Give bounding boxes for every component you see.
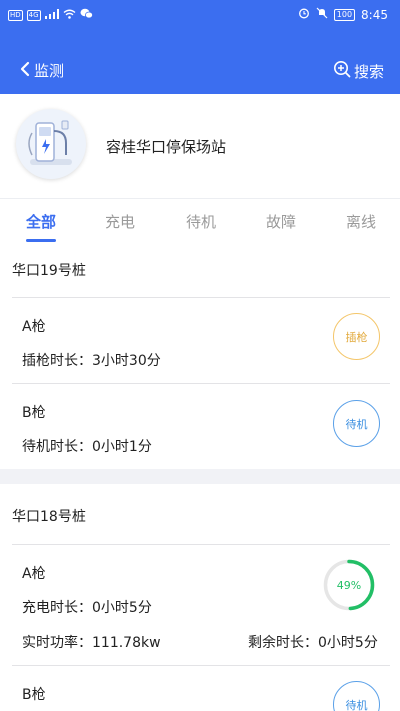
mute-icon [316, 7, 328, 22]
tab-offline[interactable]: 离线 [346, 211, 376, 232]
battery-indicator: 100 [333, 8, 356, 21]
search-button[interactable]: 搜索 [333, 60, 384, 82]
back-button[interactable]: 监测 [20, 60, 64, 81]
network-type: 4G [26, 9, 41, 21]
back-label: 监测 [34, 62, 65, 80]
standby-duration: 待机时长：0小时1分 [22, 439, 152, 455]
charging-progress-ring[interactable]: 49% [323, 559, 375, 611]
tab-standby[interactable]: 待机 [186, 211, 216, 232]
chevron-left-icon [20, 61, 30, 81]
wechat-icon [80, 8, 93, 22]
station-card: 容桂华口停保场站 [0, 94, 400, 198]
search-plus-icon [333, 60, 351, 82]
divider [12, 544, 390, 545]
status-time: 8:45 [361, 7, 388, 22]
charger-station-icon [16, 109, 86, 179]
tab-fault[interactable]: 故障 [266, 211, 296, 232]
pile-card[interactable]: 华口19号桩 A枪 插枪时长：3小时30分 插枪 B枪 待机时长：0小时1分 待… [0, 246, 400, 469]
remaining-time: 剩余时长：0小时5分 [248, 635, 378, 651]
gun-name: B枪 [22, 687, 46, 703]
status-badge-standby[interactable]: 待机 [333, 681, 380, 711]
tab-all[interactable]: 全部 [26, 211, 56, 232]
search-label: 搜索 [353, 62, 384, 81]
divider [12, 665, 390, 666]
active-tab-indicator [26, 239, 56, 242]
progress-percent: 49% [337, 579, 361, 592]
gun-name: A枪 [22, 319, 46, 335]
station-name: 容桂华口停保场站 [106, 138, 227, 156]
charge-duration: 充电时长：0小时5分 [22, 600, 152, 616]
status-left: HD 4G [8, 8, 93, 22]
alarm-icon [298, 7, 310, 22]
tab-charging[interactable]: 充电 [105, 211, 135, 232]
gun-name: B枪 [22, 405, 46, 421]
signal-icon [44, 8, 59, 22]
pile-title: 华口18号桩 [12, 509, 86, 525]
status-bar: HD 4G 100 8:45 [0, 0, 400, 30]
plug-duration: 插枪时长：3小时30分 [22, 353, 161, 369]
divider [12, 383, 390, 384]
app-header: HD 4G 100 8:45 监测 搜索 [0, 0, 400, 94]
hd-indicator: HD [8, 9, 23, 21]
status-right: 100 8:45 [298, 7, 388, 22]
wifi-icon [63, 9, 76, 22]
status-tabs: 全部 充电 待机 故障 离线 [0, 198, 400, 246]
status-badge-standby[interactable]: 待机 [333, 400, 380, 447]
nav-bar: 监测 搜索 [0, 54, 400, 90]
realtime-power: 实时功率：111.78kw [22, 635, 161, 651]
pile-title: 华口19号桩 [12, 263, 86, 279]
divider [12, 297, 390, 298]
gun-name: A枪 [22, 566, 46, 582]
status-badge-plugged[interactable]: 插枪 [333, 313, 380, 360]
pile-card[interactable]: 华口18号桩 A枪 充电时长：0小时5分 实时功率：111.78kw 剩余时长：… [0, 484, 400, 711]
